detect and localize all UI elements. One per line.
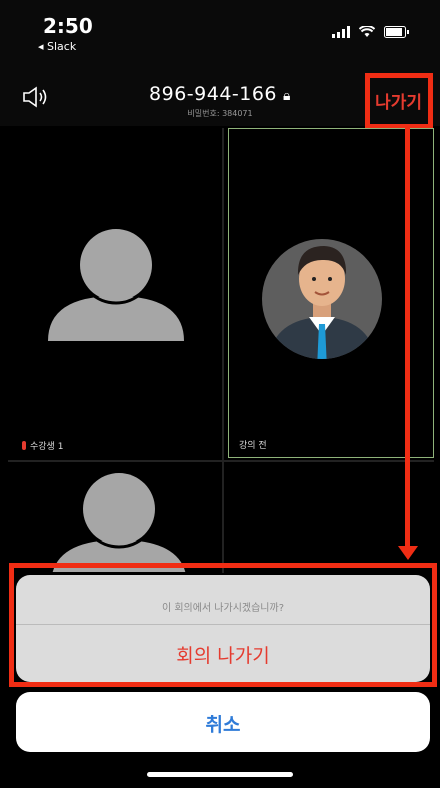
- grid-divider: [222, 128, 224, 573]
- participant-name: 강의 전: [239, 441, 267, 451]
- grid-divider: [8, 460, 434, 462]
- participant-label: 수강생 1: [22, 439, 63, 452]
- back-to-app-link[interactable]: ◂ Slack: [38, 40, 76, 53]
- avatar-placeholder-icon: [48, 225, 184, 341]
- avatar-placeholder-icon: [52, 469, 186, 572]
- participant-tile-1[interactable]: 수강생 1: [8, 128, 222, 460]
- muted-mic-icon: [22, 441, 26, 450]
- leave-button-highlight: [365, 73, 433, 129]
- home-indicator[interactable]: [147, 772, 293, 777]
- participant-tile-3[interactable]: [8, 462, 222, 572]
- participant-label: 강의 전: [239, 438, 267, 451]
- annotation-arrow-head: [398, 546, 418, 560]
- cancel-button[interactable]: 취소: [16, 692, 430, 752]
- cancel-label: 취소: [205, 714, 241, 736]
- status-bar: 2:50 ◂ Slack: [0, 0, 440, 70]
- participant-name: 수강생 1: [30, 442, 64, 452]
- leave-sheet-highlight: [9, 563, 437, 687]
- annotation-arrow: [405, 128, 410, 548]
- status-time: 2:50: [43, 14, 93, 38]
- status-icons: [332, 26, 410, 38]
- signal-icon: [332, 26, 350, 38]
- wifi-icon: [359, 26, 375, 37]
- participant-tile-2[interactable]: 강의 전: [228, 128, 434, 458]
- lock-icon: 🔒︎: [283, 88, 291, 104]
- battery-icon: [384, 26, 409, 38]
- meeting-id-text: 896-944-166: [149, 83, 278, 105]
